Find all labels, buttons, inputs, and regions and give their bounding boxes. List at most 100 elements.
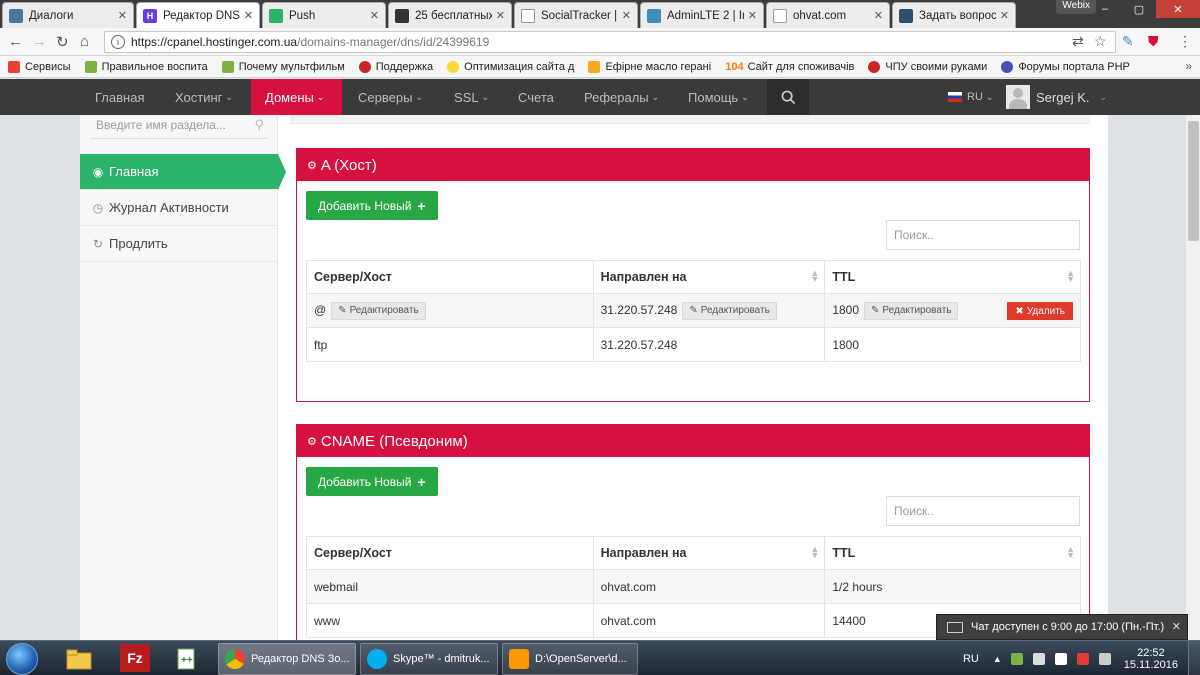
tab-close-icon[interactable]: ✕ (1000, 9, 1009, 22)
language-selector[interactable]: RU ⌄ (940, 79, 1001, 115)
bookmarks-overflow-icon[interactable]: » (1185, 59, 1192, 73)
scrollbar-thumb[interactable] (1188, 121, 1199, 241)
bookmark-item[interactable]: Поддержка (358, 60, 433, 73)
volume-icon[interactable] (1032, 652, 1045, 665)
edit-ttl-button[interactable]: ✎ Редактировать (864, 301, 959, 320)
tab-title: Диалоги (29, 9, 74, 22)
column-header-ttl[interactable]: TTL ▲ ▼ (824, 536, 1081, 570)
taskbar-task-skype[interactable]: Skype™ - dmitruk... (360, 643, 498, 675)
minimize-icon[interactable]: – (1088, 0, 1122, 18)
table-header-row: Сервер/Хост Направлен на ▲ ▼ TTL ▲ ▼ (306, 260, 1081, 294)
info-icon[interactable]: i (111, 35, 125, 49)
nav-hosting[interactable]: Хостинг ⌄ (167, 79, 241, 115)
maximize-icon[interactable]: ▢ (1122, 0, 1156, 18)
column-header-host[interactable]: Сервер/Хост (306, 260, 594, 294)
browser-tab[interactable]: Push ✕ (262, 2, 386, 28)
forward-icon[interactable]: → (32, 33, 47, 50)
translate-icon[interactable]: ⇄ (1072, 33, 1084, 50)
skype-icon (367, 649, 387, 669)
tab-close-icon[interactable]: ✕ (748, 9, 757, 22)
delete-record-button[interactable]: ✖ Удалить (1007, 302, 1073, 320)
tray-app-icon[interactable] (1010, 652, 1023, 665)
nav-domains[interactable]: Домены ⌄ (251, 79, 342, 115)
records-search-input[interactable]: Поиск.. (886, 220, 1080, 250)
bookmark-item[interactable]: Правильное воспита (84, 60, 208, 73)
cell-host: webmail (306, 569, 594, 604)
tab-title: Push (289, 9, 316, 22)
user-menu[interactable]: Sergej K. ⌄ (1006, 85, 1107, 109)
tab-close-icon[interactable]: ✕ (244, 9, 253, 22)
nav-ssl[interactable]: SSL ⌄ (446, 79, 497, 115)
nav-home[interactable]: Главная (87, 79, 152, 115)
column-header-host[interactable]: Сервер/Хост (306, 536, 594, 570)
notepad-plus-icon[interactable]: ++ (168, 644, 206, 674)
url-input[interactable]: i https://cpanel.hostinger.com.ua/domain… (104, 31, 1116, 53)
browser-tab[interactable]: ohvat.com ✕ (766, 2, 890, 28)
chat-availability-notice[interactable]: Чат доступен с 9:00 до 17:00 (Пн.-Пт.) ✕ (936, 614, 1188, 640)
sidebar-item-home[interactable]: ◉ Главная (80, 154, 286, 190)
tray-expand-icon[interactable]: ▲ (993, 654, 1002, 664)
home-icon[interactable]: ⌂ (80, 33, 89, 50)
tab-close-icon[interactable]: ✕ (118, 9, 127, 22)
edit-host-button[interactable]: ✎ Редактировать (331, 301, 426, 320)
bookmark-item[interactable]: Оптимизация сайта д (447, 60, 574, 73)
start-button[interactable] (6, 643, 38, 675)
nav-servers[interactable]: Серверы ⌄ (350, 79, 431, 115)
tab-close-icon[interactable]: ✕ (874, 9, 883, 22)
bookmark-item[interactable]: 104 Сайт для споживачів (725, 61, 854, 73)
url-path: /domains-manager/dns/id/24399619 (297, 35, 490, 49)
taskbar-task-sublime[interactable]: D:\OpenServer\d... (502, 643, 638, 675)
menu-icon[interactable]: ⋮ (1178, 33, 1192, 50)
bookmark-item[interactable]: Почему мультфильм (221, 60, 345, 73)
page-scrollbar[interactable] (1185, 115, 1200, 640)
taskbar-task-chrome[interactable]: Редактор DNS Зо... (218, 643, 356, 675)
nav-referrals[interactable]: Рефералы ⌄ (576, 79, 667, 115)
action-center-icon[interactable] (1098, 652, 1111, 665)
sidebar-item-renew[interactable]: ↻ Продлить (80, 226, 278, 262)
column-header-ttl[interactable]: TTL ▲ ▼ (824, 260, 1081, 294)
plus-icon: + (417, 473, 426, 490)
keyboard-language[interactable]: RU (963, 653, 979, 665)
records-search-input[interactable]: Поиск.. (886, 496, 1080, 526)
bookmark-item[interactable]: Ефірне масло герані (588, 60, 711, 73)
column-header-target[interactable]: Направлен на ▲ ▼ (592, 536, 826, 570)
system-clock[interactable]: 22:52 15.11.2016 (1124, 647, 1178, 671)
edit-icon: ✎ (871, 305, 880, 316)
browser-tab[interactable]: 25 бесплатных ✕ (388, 2, 512, 28)
nav-search-button[interactable] (767, 79, 809, 115)
back-icon[interactable]: ← (8, 33, 23, 50)
extension-icon[interactable]: ✎ (1122, 33, 1134, 50)
bookmark-icon (221, 60, 234, 73)
browser-tab-active[interactable]: H Редактор DNS ✕ (136, 2, 260, 28)
bookmark-star-icon[interactable]: ☆ (1094, 33, 1107, 50)
tray-alert-icon[interactable] (1076, 652, 1089, 665)
browser-tab[interactable]: Задать вопрос ✕ (892, 2, 1016, 28)
explorer-icon[interactable] (60, 644, 98, 674)
page-icon (773, 8, 787, 23)
browser-tab[interactable]: Диалоги ✕ (2, 2, 134, 28)
column-header-target[interactable]: Направлен на ▲ ▼ (592, 260, 826, 294)
add-new-record-button[interactable]: Добавить Новый + (306, 467, 438, 496)
close-icon[interactable]: ✕ (1172, 620, 1181, 633)
browser-tab[interactable]: AdminLTE 2 | In ✕ (640, 2, 764, 28)
browser-tab[interactable]: SocialTracker | ✕ (514, 2, 638, 28)
tab-close-icon[interactable]: ✕ (496, 9, 505, 22)
sidebar-search-input[interactable]: Введите имя раздела... ⚲ (90, 115, 268, 139)
add-new-record-button[interactable]: Добавить Новый + (306, 191, 438, 220)
nav-help[interactable]: Помощь ⌄ (680, 79, 757, 115)
show-desktop-button[interactable] (1188, 641, 1200, 675)
bookmark-item[interactable]: Сервисы (8, 60, 71, 73)
shield-icon[interactable]: ⛊ (1148, 33, 1159, 50)
nav-invoices[interactable]: Счета (510, 79, 562, 115)
bookmark-item[interactable]: ЧПУ своими руками (868, 60, 987, 73)
close-window-icon[interactable]: ✕ (1156, 0, 1200, 18)
filezilla-icon[interactable]: Fz (120, 644, 150, 672)
network-icon[interactable] (1054, 652, 1067, 665)
reload-icon[interactable]: ↻ (56, 33, 69, 51)
sidebar-item-activity-log[interactable]: ◷ Журнал Активности (80, 190, 278, 226)
bookmark-item[interactable]: Форумы портала PHP (1001, 60, 1130, 73)
bookmarks-bar: Сервисы Правильное воспита Почему мультф… (0, 56, 1200, 78)
tab-close-icon[interactable]: ✕ (370, 9, 379, 22)
edit-target-button[interactable]: ✎ Редактировать (682, 301, 777, 320)
tab-close-icon[interactable]: ✕ (622, 9, 631, 22)
